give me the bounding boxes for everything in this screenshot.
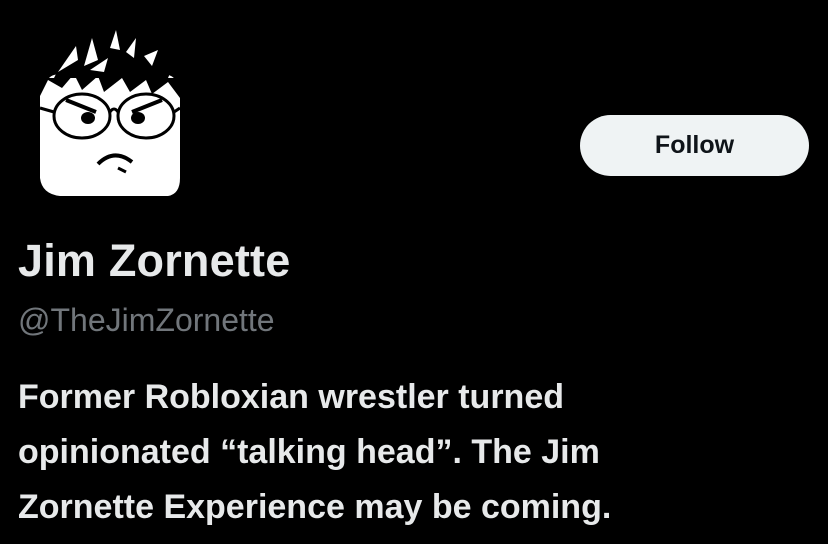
bio-line: Former Robloxian wrestler turned [18, 378, 564, 416]
bio-line: opinionated “talking head”. The Jim [18, 433, 600, 471]
profile-avatar[interactable] [18, 8, 194, 198]
profile-bio: Former Robloxian wrestler turned opinion… [18, 370, 818, 535]
follow-button[interactable]: Follow [580, 115, 809, 176]
profile-card: Follow Jim Zornette @TheJimZornette Form… [0, 0, 828, 544]
profile-display-name: Jim Zornette [18, 235, 291, 286]
bio-line: Zornette Experience may be coming. [18, 488, 612, 526]
roblox-head-avatar-icon [39, 22, 181, 196]
profile-handle: @TheJimZornette [18, 302, 275, 338]
